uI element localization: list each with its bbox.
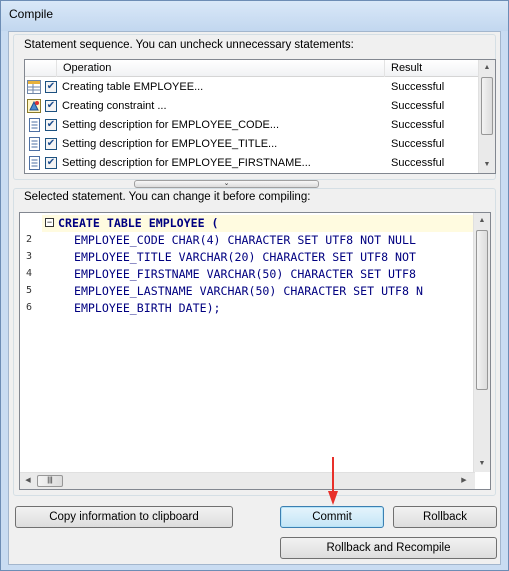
editor-horizontal-scrollbar[interactable]: ◀ ||| ▶ xyxy=(20,472,475,489)
result-text: Successful xyxy=(391,138,445,150)
scroll-up-arrow-icon[interactable]: ▲ xyxy=(479,60,495,76)
line-number: 5 xyxy=(26,285,33,296)
statement-checkbox[interactable]: ✔ xyxy=(45,157,57,169)
annotation-arrow-icon xyxy=(328,457,338,505)
document-icon xyxy=(27,137,41,151)
code-line: EMPLOYEE_FIRSTNAME VARCHAR(50) CHARACTER… xyxy=(60,267,416,281)
statement-checkbox[interactable]: ✔ xyxy=(45,119,57,131)
result-text: Successful xyxy=(391,157,445,169)
scroll-up-arrow-icon[interactable]: ▲ xyxy=(474,213,490,229)
title-bar: Compile xyxy=(1,1,508,31)
header-spacer xyxy=(25,60,57,77)
line-number: 4 xyxy=(26,268,33,279)
fold-collapse-icon[interactable]: − xyxy=(45,218,54,227)
document-icon xyxy=(27,118,41,132)
line-number-gutter: 2 3 4 5 6 xyxy=(20,213,42,473)
scroll-down-arrow-icon[interactable]: ▼ xyxy=(479,157,495,173)
result-text: Successful xyxy=(391,119,445,131)
dialog-client-area: Statement sequence. You can uncheck unne… xyxy=(8,31,501,565)
code-line: EMPLOYEE_BIRTH DATE); xyxy=(60,301,221,315)
operation-text: Setting description for EMPLOYEE_TITLE..… xyxy=(62,138,278,150)
copy-to-clipboard-button[interactable]: Copy information to clipboard xyxy=(15,506,233,528)
selected-statement-caption: Selected statement. You can change it be… xyxy=(24,191,311,203)
sql-editor[interactable]: 2 3 4 5 6 − CREATE TABLE EMPLOYEE ( EMPL… xyxy=(19,212,491,490)
list-item[interactable]: ✔ Creating constraint ... Successful xyxy=(25,97,480,116)
scroll-right-arrow-icon[interactable]: ▶ xyxy=(456,473,472,489)
scroll-thumb[interactable]: ||| xyxy=(37,475,63,487)
list-item[interactable]: ✔ Setting description for EMPLOYEE_FIRST… xyxy=(25,154,480,173)
result-text: Successful xyxy=(391,100,445,112)
scroll-thumb[interactable] xyxy=(476,230,488,390)
document-icon xyxy=(27,156,41,170)
statements-list[interactable]: Operation Result ✔ Creating table EMPLOY… xyxy=(24,59,496,174)
result-text: Successful xyxy=(391,81,445,93)
compile-dialog: Compile Statement sequence. You can unch… xyxy=(0,0,509,571)
statement-sequence-group: Statement sequence. You can uncheck unne… xyxy=(13,34,496,180)
operation-text: Setting description for EMPLOYEE_CODE... xyxy=(62,119,280,131)
statement-checkbox[interactable]: ✔ xyxy=(45,138,57,150)
line-number: 3 xyxy=(26,251,33,262)
window-title: Compile xyxy=(9,7,54,21)
statement-checkbox[interactable]: ✔ xyxy=(45,81,57,93)
rollback-and-recompile-button[interactable]: Rollback and Recompile xyxy=(280,537,497,559)
scroll-left-arrow-icon[interactable]: ◀ xyxy=(20,473,36,489)
list-item[interactable]: ✔ Setting description for EMPLOYEE_TITLE… xyxy=(25,135,480,154)
panel-splitter-handle[interactable]: ⌄ xyxy=(134,180,319,188)
list-item[interactable]: ✔ Creating table EMPLOYEE... Successful xyxy=(25,78,480,97)
rollback-button[interactable]: Rollback xyxy=(393,506,497,528)
operation-text: Creating constraint ... xyxy=(62,100,167,112)
column-header-result[interactable]: Result xyxy=(385,60,480,77)
statement-sequence-caption: Statement sequence. You can uncheck unne… xyxy=(24,39,354,51)
editor-vertical-scrollbar[interactable]: ▲ ▼ xyxy=(473,213,490,472)
table-icon xyxy=(27,80,41,94)
line-number: 2 xyxy=(26,234,33,245)
commit-button[interactable]: Commit xyxy=(280,506,384,528)
list-header: Operation Result xyxy=(25,60,480,77)
code-line: EMPLOYEE_CODE CHAR(4) CHARACTER SET UTF8… xyxy=(60,233,416,247)
code-line: EMPLOYEE_TITLE VARCHAR(20) CHARACTER SET… xyxy=(60,250,416,264)
code-line: EMPLOYEE_LASTNAME VARCHAR(50) CHARACTER … xyxy=(60,284,423,298)
scroll-thumb[interactable] xyxy=(481,77,493,135)
scroll-down-arrow-icon[interactable]: ▼ xyxy=(474,456,490,472)
code-line: CREATE TABLE EMPLOYEE ( xyxy=(58,216,219,230)
column-header-operation[interactable]: Operation xyxy=(57,60,385,77)
operation-text: Setting description for EMPLOYEE_FIRSTNA… xyxy=(62,157,311,169)
line-number: 6 xyxy=(26,302,33,313)
operation-text: Creating table EMPLOYEE... xyxy=(62,81,204,93)
statement-checkbox[interactable]: ✔ xyxy=(45,100,57,112)
constraint-icon xyxy=(27,99,41,113)
list-vertical-scrollbar[interactable]: ▲ ▼ xyxy=(478,60,495,173)
list-item[interactable]: ✔ Setting description for EMPLOYEE_CODE.… xyxy=(25,116,480,135)
